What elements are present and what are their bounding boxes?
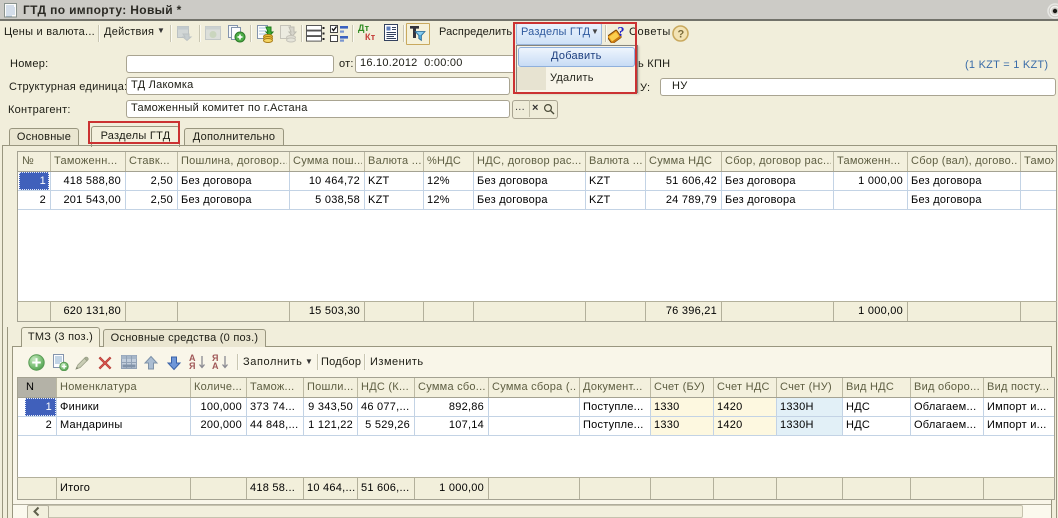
svg-text:?: ? bbox=[678, 29, 685, 41]
